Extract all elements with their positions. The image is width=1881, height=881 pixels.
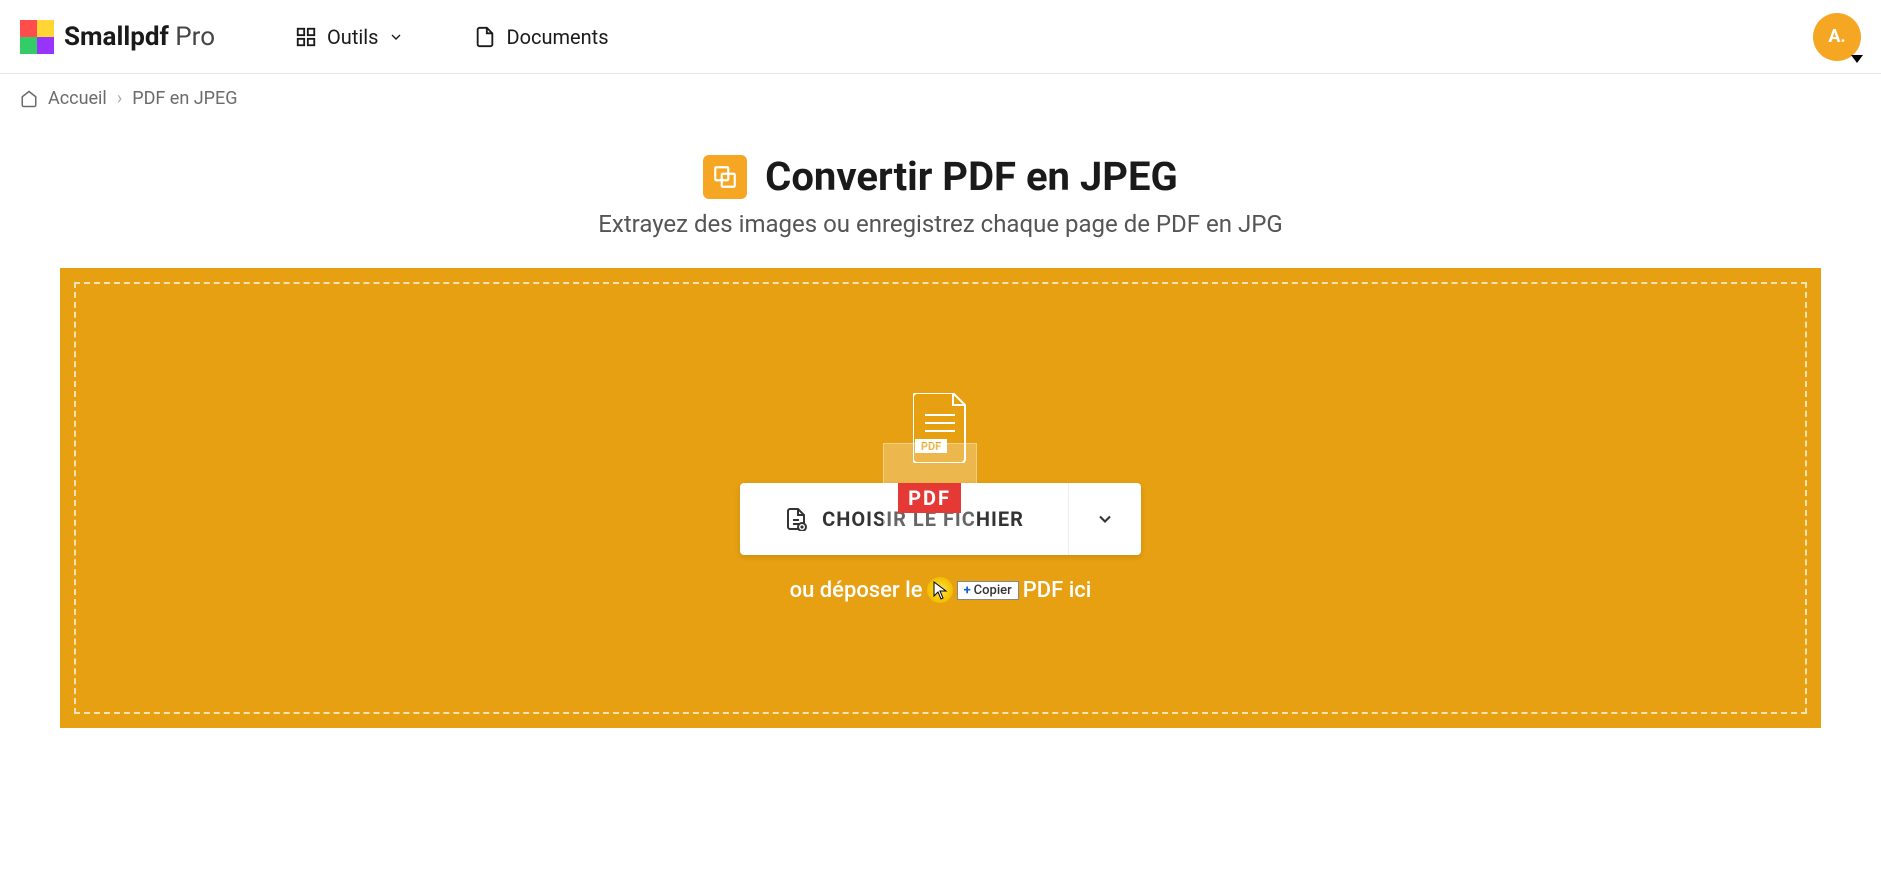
caret-down-icon <box>1851 55 1863 63</box>
breadcrumb: Accueil › PDF en JPEG <box>0 74 1881 123</box>
file-add-icon <box>784 507 808 531</box>
drag-file-badge: PDF <box>898 483 961 513</box>
page-title-block: Convertir PDF en JPEG Extrayez des image… <box>0 153 1881 238</box>
dropzone-container: PDF PDF <box>60 268 1821 728</box>
file-dropzone[interactable]: PDF PDF <box>74 282 1807 714</box>
breadcrumb-separator: › <box>117 88 122 109</box>
nav-documents[interactable]: Documents <box>474 25 608 49</box>
drop-hint: ou déposer le + Copier PDF ici <box>790 577 1092 603</box>
drop-hint-suffix: PDF ici <box>1023 578 1092 603</box>
logo-icon <box>20 20 54 54</box>
page-title: Convertir PDF en JPEG <box>765 153 1178 200</box>
nav-tools[interactable]: Outils <box>295 25 404 49</box>
grid-icon <box>295 26 317 48</box>
plus-icon: + <box>964 583 971 598</box>
convert-icon <box>703 155 747 199</box>
user-avatar[interactable]: A. <box>1813 13 1861 61</box>
brand-main: Smallpdf <box>64 22 169 52</box>
brand-text: Smallpdf Pro <box>64 22 215 52</box>
brand-suffix: Pro <box>175 22 215 52</box>
drag-cursor-overlay: + Copier <box>927 577 1019 603</box>
choose-source-dropdown[interactable] <box>1069 483 1141 555</box>
cursor-arrow-icon <box>933 581 949 601</box>
breadcrumb-home[interactable]: Accueil <box>48 88 107 109</box>
avatar-initials: A. <box>1828 26 1845 47</box>
breadcrumb-current: PDF en JPEG <box>132 88 237 109</box>
cursor-highlight <box>927 577 953 603</box>
drop-hint-prefix: ou déposer le <box>790 578 923 603</box>
brand-logo[interactable]: Smallpdf Pro <box>20 20 215 54</box>
nav-tools-label: Outils <box>327 25 378 49</box>
copy-tooltip-label: Copier <box>974 583 1012 598</box>
chevron-down-icon <box>388 29 404 45</box>
home-icon <box>20 90 38 108</box>
app-header: Smallpdf Pro Outils <box>0 0 1881 74</box>
drag-ghost-file: PDF <box>883 443 977 553</box>
page-subtitle: Extrayez des images ou enregistrez chaqu… <box>0 210 1881 238</box>
nav: Outils Documents <box>295 25 608 49</box>
nav-documents-label: Documents <box>506 25 608 49</box>
file-icon-group: PDF PDF <box>913 393 969 463</box>
copy-tooltip: + Copier <box>957 581 1019 600</box>
chevron-down-icon <box>1095 509 1115 529</box>
document-icon <box>474 26 496 48</box>
